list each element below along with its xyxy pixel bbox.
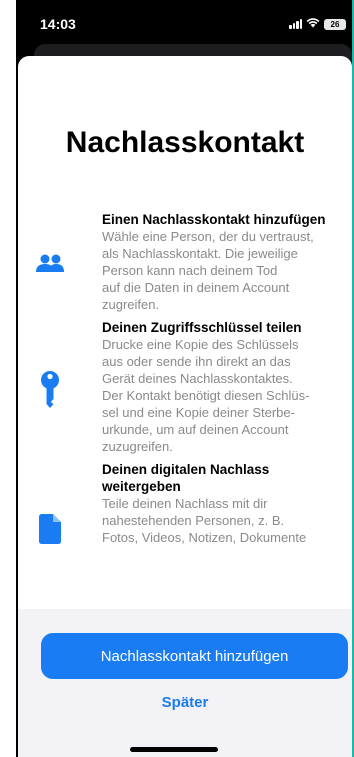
add-legacy-contact-button[interactable]: Nachlasskontakt hinzufügen [41, 633, 348, 679]
status-icons: 26 [289, 15, 346, 33]
title-line: weitergeben [102, 479, 181, 494]
later-button[interactable]: Später [18, 694, 352, 711]
description-line: Person kann nach deinem Tod [102, 263, 278, 278]
status-time: 14:03 [40, 16, 76, 32]
description-line: urkunde, um auf deinen Account [102, 422, 289, 437]
feature-description: Drucke eine Kopie des Schlüssels aus ode… [102, 336, 344, 455]
feature-title: Einen Nachlasskontakt hinzufügen [102, 212, 326, 227]
phone-screen: 14:03 26 Nachlasskontakt Einen Nachlassk… [16, 0, 354, 757]
description-line: nahestehenden Personen, z. B. [102, 513, 285, 528]
description-line: Wähle eine Person, der du vertraust, [102, 229, 314, 244]
feature-title: Deinen digitalen Nachlass weitergeben [102, 461, 344, 495]
description-line: aus oder sende ihn direkt an das [102, 354, 291, 369]
feature-description: Teile deinen Nachlass mit dir nahestehen… [102, 495, 344, 546]
legacy-contact-sheet: Nachlasskontakt Einen Nachlasskontakt hi… [18, 56, 352, 757]
description-line: als Nachlasskontakt. Die jeweilige [102, 246, 298, 261]
feature-text: Einen Nachlasskontakt hinzufügen Wähle e… [102, 211, 344, 313]
page-title: Nachlasskontakt [65, 126, 305, 159]
description-line: zugreifen. [102, 297, 160, 312]
key-icon [34, 371, 66, 408]
document-icon [34, 513, 66, 545]
description-line: Teile deinen Nachlass mit dir [102, 496, 268, 511]
feature-text: Deinen Zugriffsschlüssel teilen Drucke e… [102, 319, 344, 455]
description-line: sel und eine Kopie deiner Sterbe- [102, 405, 295, 420]
description-line: Gerät deines Nachlasskontaktes. [102, 371, 293, 386]
description-line: auf die Daten in deinem Account [102, 280, 290, 295]
title-line: Deinen digitalen Nachlass [102, 462, 270, 477]
cellular-signal-icon [289, 19, 302, 29]
battery-icon: 26 [324, 18, 346, 30]
wifi-icon [306, 15, 320, 33]
people-icon [34, 249, 66, 281]
bottom-action-area [18, 609, 352, 757]
description-line: Drucke eine Kopie des Schlüssels [102, 337, 299, 352]
feature-description: Wähle eine Person, der du vertraust, als… [102, 228, 344, 313]
feature-text: Deinen digitalen Nachlass weitergeben Te… [102, 461, 344, 546]
description-line: Der Kontakt benötigt diesen Schlüs- [102, 388, 310, 403]
home-indicator[interactable] [130, 747, 218, 752]
status-bar: 14:03 26 [16, 0, 354, 40]
feature-title: Deinen Zugriffsschlüssel teilen [102, 320, 302, 335]
description-line: zuzugreifen. [102, 439, 173, 454]
description-line: Fotos, Videos, Notizen, Dokumente [102, 530, 307, 545]
